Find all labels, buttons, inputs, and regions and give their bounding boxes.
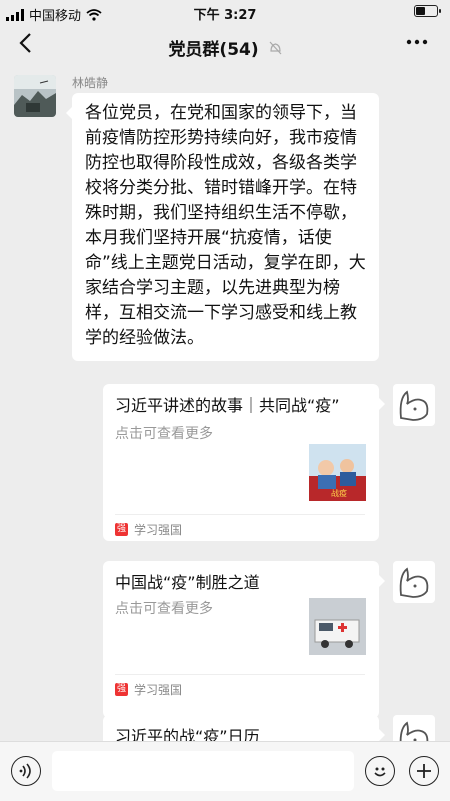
chat-title-text: 党员群(54) <box>168 40 259 60</box>
bell-off-icon <box>269 41 282 59</box>
input-bar <box>0 741 450 801</box>
xuexi-logo-icon: 强 <box>115 523 128 536</box>
status-time: 下午 3:27 <box>193 8 257 23</box>
card-source-label: 学习强国 <box>134 683 183 697</box>
card-source: 强 学习强国 <box>115 674 365 698</box>
card-title: 习近平的战“疫”日历 <box>115 727 260 741</box>
card-source: 强 学习强国 <box>115 514 365 538</box>
chat-title: 党员群(54) <box>0 35 450 60</box>
avatar[interactable] <box>14 75 56 117</box>
card-title: 中国战“疫”制胜之道 <box>115 573 260 592</box>
message-text: 各位党员，在党和国家的领导下，当前疫情防控形势持续向好，我市疫情防控也取得阶段性… <box>85 103 366 348</box>
message-bubble[interactable]: 各位党员，在党和国家的领导下，当前疫情防控形势持续向好，我市疫情防控也取得阶段性… <box>66 93 379 361</box>
svg-text:战疫: 战疫 <box>331 488 347 498</box>
link-card[interactable]: 中国战“疫”制胜之道 点击可查看更多 强 学习强国 <box>103 561 385 718</box>
card-thumbnail <box>309 598 366 655</box>
card-source-label: 学习强国 <box>134 523 183 537</box>
card-thumbnail: 战疫 <box>309 444 366 501</box>
sender-name: 林皓静 <box>72 76 109 90</box>
status-bar: 中国移动 下午 3:27 <box>0 0 450 26</box>
emoji-icon[interactable] <box>365 756 395 786</box>
chat-header: 党员群(54) <box>0 26 450 66</box>
self-avatar[interactable] <box>393 715 435 741</box>
link-card[interactable]: 习近平的战“疫”日历 <box>103 715 385 741</box>
xuexi-logo-icon: 强 <box>115 683 128 696</box>
plus-icon[interactable] <box>409 756 439 786</box>
self-avatar[interactable] <box>393 384 435 426</box>
voice-icon[interactable] <box>11 756 41 786</box>
self-avatar[interactable] <box>393 561 435 603</box>
more-dots-icon[interactable] <box>406 30 428 60</box>
message-input[interactable] <box>52 751 354 791</box>
card-desc: 点击可查看更多 <box>115 426 213 442</box>
chat-messages[interactable]: 林皓静 各位党员，在党和国家的领导下，当前疫情防控形势持续向好，我市疫情防控也取… <box>0 66 450 741</box>
battery-icon <box>414 5 441 17</box>
card-title: 习近平讲述的故事｜共同战“疫” <box>115 396 340 415</box>
link-card[interactable]: 习近平讲述的故事｜共同战“疫” 点击可查看更多 战疫 强 学习强国 <box>103 384 385 541</box>
